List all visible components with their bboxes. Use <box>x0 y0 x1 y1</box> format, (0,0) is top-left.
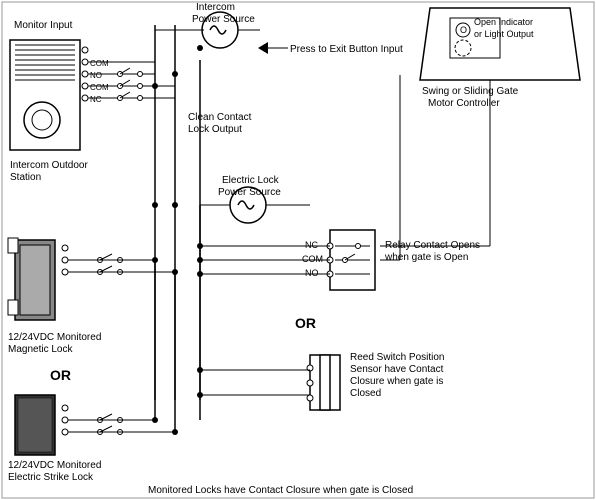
svg-text:NO: NO <box>90 71 102 80</box>
svg-text:COM: COM <box>90 83 109 92</box>
svg-text:O: O <box>460 25 467 35</box>
svg-text:Press to Exit Button Input: Press to Exit Button Input <box>290 44 403 55</box>
svg-text:Reed Switch Position: Reed Switch Position <box>350 352 445 363</box>
svg-text:Intercom: Intercom <box>196 2 235 13</box>
svg-text:Magnetic Lock: Magnetic Lock <box>8 344 73 355</box>
svg-text:Electric Lock: Electric Lock <box>222 175 280 186</box>
svg-text:Sensor have Contact: Sensor have Contact <box>350 364 444 375</box>
svg-text:Open Indicator: Open Indicator <box>474 17 533 27</box>
svg-text:Power Source: Power Source <box>192 14 255 25</box>
svg-text:NC: NC <box>90 95 102 104</box>
svg-text:12/24VDC Monitored: 12/24VDC Monitored <box>8 460 101 471</box>
svg-text:Swing or Sliding Gate: Swing or Sliding Gate <box>422 86 519 97</box>
svg-text:when gate is Open: when gate is Open <box>384 252 468 263</box>
svg-text:or Light Output: or Light Output <box>474 29 534 39</box>
svg-text:Closed: Closed <box>350 388 381 399</box>
svg-text:NC: NC <box>305 240 318 250</box>
svg-text:12/24VDC Monitored: 12/24VDC Monitored <box>8 332 101 343</box>
svg-text:Closure when gate is: Closure when gate is <box>350 376 443 387</box>
svg-text:COM: COM <box>90 59 109 68</box>
svg-text:Electric Strike Lock: Electric Strike Lock <box>8 472 94 483</box>
svg-text:OR: OR <box>50 367 71 383</box>
svg-text:Clean Contact: Clean Contact <box>188 112 252 123</box>
svg-text:Monitor Input: Monitor Input <box>14 20 73 31</box>
svg-text:Intercom Outdoor: Intercom Outdoor <box>10 160 88 171</box>
svg-text:COM: COM <box>302 254 323 264</box>
svg-text:Lock Output: Lock Output <box>188 124 242 135</box>
svg-text:OR: OR <box>295 315 316 331</box>
wiring-diagram: Monitor Input COM NO COM NC Intercom Out… <box>0 0 596 500</box>
svg-text:Power Source: Power Source <box>218 187 281 198</box>
svg-text:NO: NO <box>305 268 319 278</box>
svg-text:Station: Station <box>10 172 41 183</box>
svg-text:Monitored Locks have Contact C: Monitored Locks have Contact Closure whe… <box>148 485 413 496</box>
